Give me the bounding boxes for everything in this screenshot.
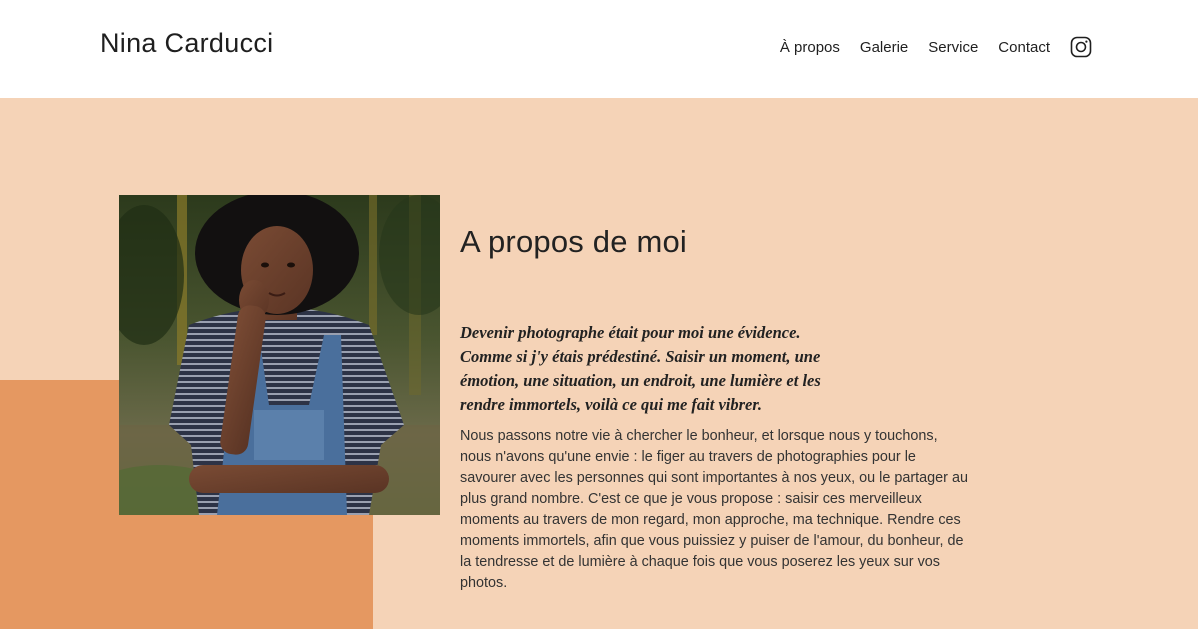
nav-link-service[interactable]: Service: [928, 39, 978, 56]
about-title: A propos de moi: [460, 224, 688, 259]
site-title[interactable]: Nina Carducci: [100, 28, 273, 59]
nav-link-a-propos[interactable]: À propos: [780, 39, 840, 56]
site-header: Nina Carducci À propos Galerie Service C…: [0, 0, 1198, 98]
nav-link-contact[interactable]: Contact: [998, 39, 1050, 56]
main-nav: À propos Galerie Service Contact: [760, 36, 1092, 58]
instagram-icon[interactable]: [1070, 36, 1092, 58]
portrait-photo: [119, 195, 440, 515]
about-section: A propos de moi Devenir photographe étai…: [0, 98, 1198, 629]
about-body-text: Nous passons notre vie à chercher le bon…: [460, 428, 968, 591]
nav-link-galerie[interactable]: Galerie: [860, 39, 908, 56]
about-lead-quote: Devenir photographe était pour moi une é…: [460, 323, 821, 414]
